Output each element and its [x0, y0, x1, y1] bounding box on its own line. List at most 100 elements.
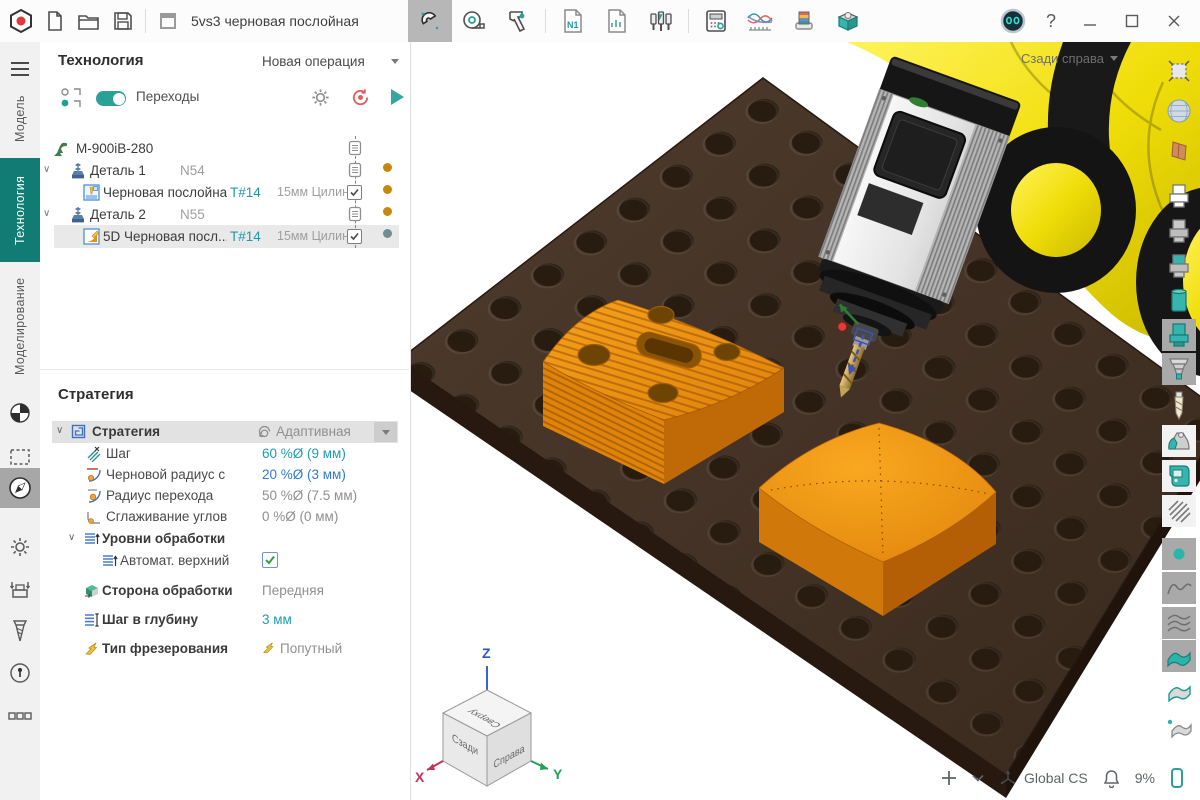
compass-icon[interactable] — [0, 468, 40, 508]
curve-icon[interactable] — [1162, 572, 1196, 604]
tab-technology[interactable]: Технология — [0, 158, 40, 262]
nc-program-icon[interactable]: N1 — [551, 0, 595, 42]
tool-library-icon[interactable] — [639, 0, 683, 42]
diagrams-icon[interactable] — [738, 0, 782, 42]
strategy-group-value[interactable]: Адаптивная — [276, 424, 351, 439]
view-orientation-dropdown[interactable]: Сзади справа — [1021, 51, 1118, 66]
help-button[interactable]: ? — [1036, 11, 1066, 32]
tree-row-op1[interactable]: Черновая послойная T#14 15мм Цилинд — [40, 182, 404, 204]
group-row-levels[interactable]: ∨ Уровни обработки — [40, 529, 404, 550]
param-row-rough-radius[interactable]: Черновой радиус с 20 %Ø (3 мм) — [40, 465, 404, 486]
surface-icon[interactable] — [1162, 135, 1196, 167]
surfaces-icon[interactable] — [1162, 607, 1196, 639]
hatch-icon[interactable] — [1162, 495, 1196, 527]
stage-gray-icon[interactable] — [1162, 215, 1196, 247]
mill-type-icon — [84, 641, 100, 657]
param-row-auto-top[interactable]: Автомат. верхний — [40, 551, 404, 572]
param-row-mill-type[interactable]: Тип фрезерования Попутный — [40, 639, 404, 660]
separator — [145, 9, 146, 33]
workpiece-surface-icon[interactable] — [1162, 640, 1196, 672]
stage-stock-icon[interactable] — [1162, 353, 1196, 385]
levels-icon — [84, 531, 100, 547]
viewport-3d[interactable]: Z Сверху Сзади Справа X Y Сзади справа — [411, 42, 1200, 800]
param-row-smoothing[interactable]: Сглаживание углов 0 %Ø (0 мм) — [40, 507, 404, 528]
stage-blank-icon[interactable] — [1162, 180, 1196, 212]
tree-row-part2[interactable]: ∨ Деталь 2 N55 — [40, 204, 404, 226]
document-icon[interactable] — [348, 162, 362, 178]
param-row-side[interactable]: Сторона обработки Передняя — [40, 581, 404, 602]
auto-top-checkbox[interactable] — [262, 552, 278, 571]
notifications-bell-icon[interactable] — [1103, 769, 1120, 788]
add-icon[interactable] — [941, 770, 957, 786]
gauge-icon[interactable] — [0, 654, 40, 692]
workpiece-datum-icon[interactable] — [0, 394, 40, 432]
minimize-button[interactable] — [1072, 0, 1108, 42]
operation-settings-gear-icon[interactable] — [310, 87, 331, 108]
settings-gear-icon[interactable] — [0, 528, 40, 566]
smoothing-icon — [86, 509, 102, 525]
stage-mixed-icon[interactable] — [1162, 250, 1196, 282]
recalculate-icon[interactable] — [350, 87, 371, 108]
tab-modeling[interactable]: Моделирование — [0, 264, 40, 388]
technology-panel: Технология Новая операция Переходы M-900… — [40, 42, 411, 800]
status-dot — [383, 229, 392, 238]
document-icon[interactable] — [348, 140, 362, 156]
document-icon[interactable] — [348, 206, 362, 222]
new-document-icon[interactable] — [38, 0, 72, 42]
run-play-icon[interactable] — [387, 86, 407, 108]
close-button[interactable] — [1156, 0, 1192, 42]
assistant-robot-icon[interactable] — [996, 0, 1030, 42]
chevron-down-icon[interactable]: ∨ — [68, 532, 75, 543]
chevron-down-icon[interactable] — [972, 774, 984, 782]
main-toolbar: N1 — [408, 0, 870, 42]
axis-z-label: Z — [482, 645, 491, 661]
strategy-group-row[interactable]: ∨ Стратегия Адаптивная — [52, 421, 398, 443]
magnet-snap-icon[interactable] — [408, 0, 452, 42]
tree-row-part1[interactable]: ∨ Деталь 1 N54 — [40, 160, 404, 182]
strategy-dropdown-button[interactable] — [374, 422, 397, 442]
coordinate-system-selector[interactable]: Global CS — [999, 769, 1088, 787]
calculator-icon[interactable] — [694, 0, 738, 42]
tab-model[interactable]: Модель — [0, 88, 40, 150]
enabled-checkbox[interactable] — [347, 185, 362, 203]
save-icon[interactable] — [106, 0, 140, 42]
open-folder-icon[interactable] — [72, 0, 106, 42]
more-icon[interactable] — [0, 697, 40, 735]
stage-current-icon[interactable] — [1162, 319, 1196, 351]
param-row-step[interactable]: Шаг 60 %Ø (9 мм) — [40, 444, 404, 465]
panel-title: Технология — [58, 52, 143, 69]
hamburger-menu-icon[interactable] — [0, 50, 40, 88]
param-row-link-radius[interactable]: Радиус перехода 50 %Ø (7.5 мм) — [40, 486, 404, 507]
fit-view-icon[interactable] — [1162, 55, 1196, 87]
maximize-button[interactable] — [1114, 0, 1150, 42]
transitions-toggle[interactable] — [96, 91, 126, 106]
point-icon[interactable] — [1162, 538, 1196, 570]
param-row-depth-step[interactable]: Шаг в глубину 3 мм — [40, 610, 404, 631]
flag-dot-icon[interactable] — [1162, 712, 1196, 744]
chevron-down-icon[interactable]: ∨ — [56, 425, 63, 436]
machine-head-icon[interactable] — [1162, 425, 1196, 457]
machine-part-icon[interactable] — [1162, 460, 1196, 492]
material-stack-icon[interactable] — [782, 0, 826, 42]
tree-row-op2-selected[interactable]: 5D Черновая посл... T#14 15мм Цилинд — [40, 226, 404, 248]
tree-row-machine[interactable]: M-900iB-280 — [40, 138, 404, 160]
part-icon — [70, 206, 86, 224]
chevron-down-icon[interactable]: ∨ — [43, 208, 50, 219]
chevron-down-icon[interactable]: ∨ — [43, 164, 50, 175]
enabled-checkbox[interactable] — [347, 229, 362, 247]
scene-3d[interactable]: Z Сверху Сзади Справа X Y — [411, 42, 1200, 800]
shaded-sphere-icon[interactable] — [1162, 95, 1196, 127]
cutter-icon[interactable] — [1162, 390, 1196, 422]
view-cube[interactable]: Z Сверху Сзади Справа X Y — [415, 645, 563, 786]
flag-icon[interactable] — [1162, 675, 1196, 707]
report-icon[interactable] — [595, 0, 639, 42]
stage-result-icon[interactable] — [1162, 285, 1196, 317]
new-operation-dropdown[interactable]: Новая операция — [262, 54, 399, 69]
measure-tape-icon[interactable] — [452, 0, 496, 42]
transitions-graph-icon[interactable] — [60, 87, 82, 109]
caliper-icon[interactable] — [496, 0, 540, 42]
cutting-tool-icon[interactable] — [0, 612, 40, 650]
tool-number: T#14 — [230, 229, 261, 244]
stock-icon[interactable] — [0, 570, 40, 608]
simulation-icon[interactable] — [826, 0, 870, 42]
